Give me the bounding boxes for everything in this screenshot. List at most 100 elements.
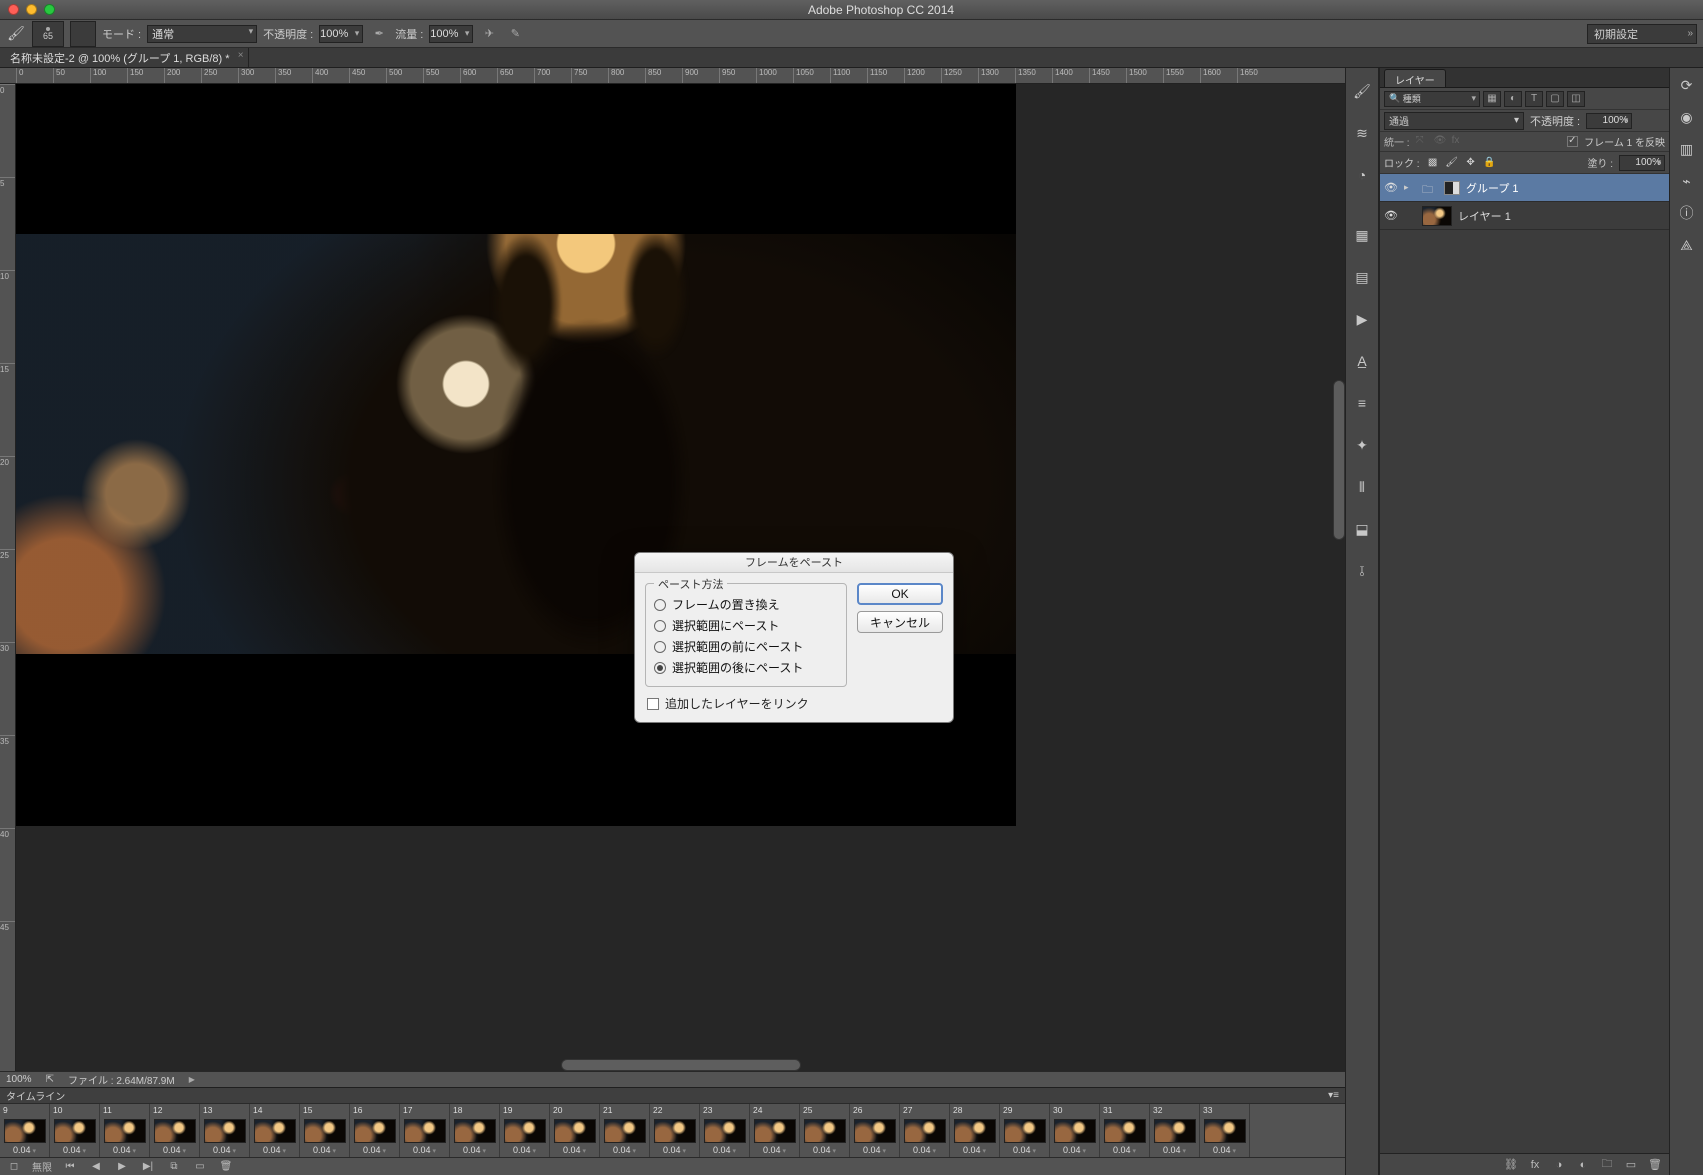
- timeline-frame[interactable]: 240.04: [750, 1104, 800, 1157]
- paste-method-option[interactable]: 選択範囲の後にペースト: [654, 659, 838, 676]
- prev-frame-button[interactable]: ◀: [88, 1161, 104, 1172]
- frame-delay[interactable]: 0.04: [1113, 1145, 1136, 1155]
- vertical-scrollbar[interactable]: [1333, 380, 1345, 540]
- opacity-input[interactable]: 100% ▾: [319, 25, 363, 43]
- character-panel-icon[interactable]: A̲: [1351, 350, 1373, 372]
- timeline-frame[interactable]: 270.04: [900, 1104, 950, 1157]
- airbrush-icon[interactable]: ✈: [479, 25, 499, 43]
- timeline-frame[interactable]: 180.04: [450, 1104, 500, 1157]
- filter-smart-icon[interactable]: ◫: [1567, 91, 1585, 107]
- link-layers-icon[interactable]: ⛓: [1503, 1157, 1519, 1173]
- lock-pixels-icon[interactable]: 🖌: [1445, 156, 1459, 170]
- status-export-icon[interactable]: ⇱: [46, 1074, 54, 1085]
- filter-adjust-icon[interactable]: ◐: [1504, 91, 1522, 107]
- document-tab[interactable]: 名称未設定-2 @ 100% (グループ 1, RGB/8) * ×: [0, 48, 249, 67]
- timeline-frame[interactable]: 170.04: [400, 1104, 450, 1157]
- frame-delay[interactable]: 0.04: [963, 1145, 986, 1155]
- frame-delay[interactable]: 0.04: [613, 1145, 636, 1155]
- ruler-vertical[interactable]: 051015202530354045: [0, 84, 16, 1071]
- radio-button[interactable]: [654, 599, 666, 611]
- timeline-frame[interactable]: 250.04: [800, 1104, 850, 1157]
- timeline-frame[interactable]: 110.04: [100, 1104, 150, 1157]
- brush-tool-icon[interactable]: 🖌: [6, 25, 26, 42]
- actions-panel-icon[interactable]: ▶: [1351, 308, 1373, 330]
- timeline-frames[interactable]: 90.04100.04110.04120.04130.04140.04150.0…: [0, 1103, 1345, 1157]
- timeline-frame[interactable]: 150.04: [300, 1104, 350, 1157]
- new-frame-button[interactable]: ▭: [192, 1161, 208, 1172]
- filter-shape-icon[interactable]: ▢: [1546, 91, 1564, 107]
- tween-button[interactable]: ⧉: [166, 1161, 182, 1172]
- group-disclosure-icon[interactable]: ▸: [1404, 182, 1416, 193]
- new-layer-icon[interactable]: ▭: [1623, 1157, 1639, 1173]
- paste-method-option[interactable]: フレームの置き換え: [654, 596, 838, 613]
- layer-filter-kind[interactable]: 🔍 種類 ▾: [1384, 91, 1480, 107]
- frame-delay[interactable]: 0.04: [413, 1145, 436, 1155]
- ok-button[interactable]: OK: [857, 583, 943, 605]
- histogram-panel-icon[interactable]: ⫴: [1351, 476, 1373, 498]
- frame-delay[interactable]: 0.04: [1163, 1145, 1186, 1155]
- brush-panel-toggle[interactable]: [70, 21, 96, 47]
- color-panel-icon[interactable]: ◉: [1676, 106, 1698, 128]
- zoom-level[interactable]: 100%: [6, 1074, 32, 1085]
- paste-method-option[interactable]: 選択範囲の前にペースト: [654, 638, 838, 655]
- frame-delay[interactable]: 0.04: [763, 1145, 786, 1155]
- loop-label[interactable]: 無限: [32, 1159, 52, 1174]
- workspace-switcher[interactable]: 初期設定 »: [1587, 24, 1697, 44]
- blend-mode-select[interactable]: 通常 ▾: [147, 25, 257, 43]
- frame-delay[interactable]: 0.04: [63, 1145, 86, 1155]
- brush-preset-picker[interactable]: 65: [32, 21, 64, 47]
- lock-all-icon[interactable]: 🔒: [1483, 156, 1497, 170]
- frame-delay[interactable]: 0.04: [263, 1145, 286, 1155]
- timeline-frame[interactable]: 290.04: [1000, 1104, 1050, 1157]
- layer-row[interactable]: 👁▸🗀グループ 1: [1380, 174, 1669, 202]
- play-button[interactable]: ▶: [114, 1161, 130, 1172]
- timeline-frame[interactable]: 220.04: [650, 1104, 700, 1157]
- radio-button[interactable]: [654, 620, 666, 632]
- delete-layer-icon[interactable]: 🗑: [1647, 1157, 1663, 1173]
- pressure-opacity-icon[interactable]: ✒: [369, 25, 389, 43]
- paths-panel-icon[interactable]: ⌁: [1676, 170, 1698, 192]
- timeline-frame[interactable]: 200.04: [550, 1104, 600, 1157]
- layer-mask-thumb[interactable]: [1444, 181, 1460, 195]
- timeline-frame[interactable]: 90.04: [0, 1104, 50, 1157]
- frame-delay[interactable]: 0.04: [213, 1145, 236, 1155]
- unify-visibility-icon[interactable]: 👁: [1434, 135, 1448, 149]
- link-added-layers-checkbox[interactable]: [647, 698, 659, 710]
- pressure-size-icon[interactable]: ✎: [505, 25, 525, 43]
- zoom-window-icon[interactable]: [44, 4, 55, 15]
- clone-source-icon[interactable]: ◔: [1351, 164, 1373, 186]
- unify-style-icon[interactable]: fx: [1452, 135, 1466, 149]
- flow-input[interactable]: 100% ▾: [429, 25, 473, 43]
- frame-delay[interactable]: 0.04: [163, 1145, 186, 1155]
- history-panel-icon[interactable]: ⟳: [1676, 74, 1698, 96]
- frame-delay[interactable]: 0.04: [563, 1145, 586, 1155]
- timeline-frame[interactable]: 120.04: [150, 1104, 200, 1157]
- layer-opacity-input[interactable]: 100% ▾: [1586, 113, 1632, 129]
- timeline-frame[interactable]: 100.04: [50, 1104, 100, 1157]
- properties-panel-icon[interactable]: ⫱: [1351, 560, 1373, 582]
- swatches-panel-icon[interactable]: ▤: [1351, 266, 1373, 288]
- timeline-frame[interactable]: 230.04: [700, 1104, 750, 1157]
- timeline-frame[interactable]: 190.04: [500, 1104, 550, 1157]
- navigator-panel-icon[interactable]: ▦: [1351, 224, 1373, 246]
- layer-visibility-icon[interactable]: 👁: [1384, 181, 1398, 194]
- horizontal-scrollbar[interactable]: [561, 1059, 801, 1071]
- timeline-frame[interactable]: 320.04: [1150, 1104, 1200, 1157]
- panel-menu-icon[interactable]: ▾≡: [1328, 1090, 1339, 1101]
- layers-tab[interactable]: レイヤー: [1384, 69, 1446, 87]
- brush-panel-icon[interactable]: 🖌: [1351, 80, 1373, 102]
- frame-delay[interactable]: 0.04: [1063, 1145, 1086, 1155]
- brush-presets-icon[interactable]: ≋: [1351, 122, 1373, 144]
- timeline-frame[interactable]: 210.04: [600, 1104, 650, 1157]
- frame-delay[interactable]: 0.04: [363, 1145, 386, 1155]
- paste-method-option[interactable]: 選択範囲にペースト: [654, 617, 838, 634]
- frame-delay[interactable]: 0.04: [1013, 1145, 1036, 1155]
- filter-type-icon[interactable]: T: [1525, 91, 1543, 107]
- measure-panel-icon[interactable]: ⟁: [1676, 234, 1698, 256]
- frame-delay[interactable]: 0.04: [713, 1145, 736, 1155]
- timeline-frame[interactable]: 280.04: [950, 1104, 1000, 1157]
- layer-visibility-icon[interactable]: 👁: [1384, 209, 1398, 222]
- info-panel-icon[interactable]: ⓘ: [1676, 202, 1698, 224]
- layer-name[interactable]: レイヤー 1: [1458, 208, 1511, 224]
- frame-delay[interactable]: 0.04: [863, 1145, 886, 1155]
